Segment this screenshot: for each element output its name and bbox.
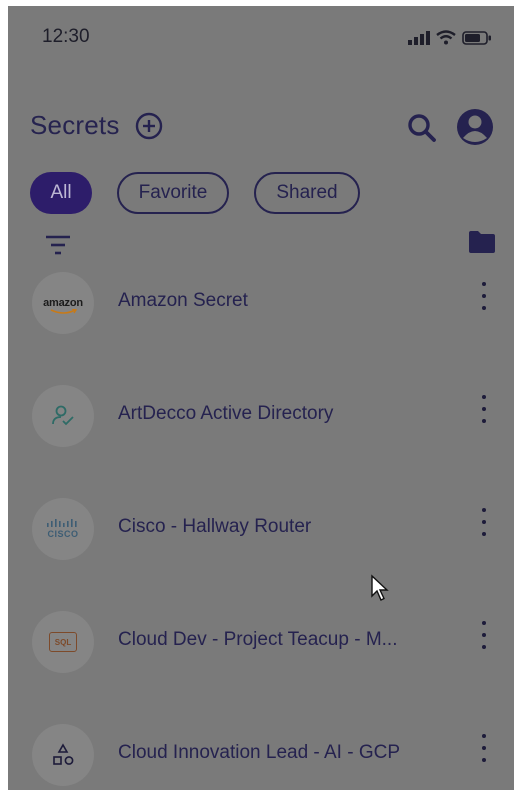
- tab-shared[interactable]: Shared: [254, 172, 360, 214]
- folder-icon[interactable]: [468, 230, 496, 254]
- search-icon[interactable]: [406, 112, 438, 144]
- plus-circle-icon[interactable]: [135, 112, 163, 140]
- status-time: 12:30: [42, 26, 90, 47]
- page-title: Secrets: [30, 110, 120, 140]
- filter-icon[interactable]: [45, 234, 71, 256]
- item-title: ArtDecco Active Directory: [118, 403, 334, 424]
- signal-icon: [408, 30, 430, 45]
- cisco-bars-icon: [47, 519, 77, 527]
- mouse-cursor-icon: [371, 574, 389, 601]
- wifi-icon: [436, 30, 456, 45]
- sql-icon: SQL: [32, 611, 94, 673]
- sql-logo-text: SQL: [49, 632, 77, 652]
- shapes-icon: [32, 724, 94, 786]
- tab-favorite-label: Favorite: [138, 182, 208, 203]
- item-title: Cloud Dev - Project Teacup - M...: [118, 629, 398, 650]
- amazon-logo-text: amazon: [43, 297, 83, 309]
- item-title: Amazon Secret: [118, 290, 248, 311]
- tab-all[interactable]: All: [30, 172, 92, 214]
- status-bar: 12:30: [8, 6, 514, 66]
- amazon-logo: amazon: [32, 272, 94, 334]
- list-item[interactable]: SQL Cloud Dev - Project Teacup - M...: [8, 607, 514, 687]
- cisco-logo-text: CISCO: [47, 529, 79, 539]
- list-item[interactable]: ArtDecco Active Directory: [8, 381, 514, 461]
- more-vert-icon[interactable]: [476, 621, 492, 649]
- app-screen: 12:30 Secrets All Favorite Shared amazon…: [8, 6, 514, 790]
- list-item[interactable]: CISCO Cisco - Hallway Router: [8, 494, 514, 574]
- tab-shared-label: Shared: [276, 182, 338, 203]
- cisco-logo: CISCO: [32, 498, 94, 560]
- list-item[interactable]: amazon Amazon Secret: [8, 268, 514, 348]
- tab-favorite[interactable]: Favorite: [117, 172, 229, 214]
- amazon-smile-icon: [50, 309, 78, 314]
- account-circle-icon[interactable]: [456, 108, 494, 146]
- item-title: Cisco - Hallway Router: [118, 516, 312, 537]
- filter-tabs: All Favorite Shared: [30, 172, 360, 214]
- more-vert-icon[interactable]: [476, 282, 492, 310]
- more-vert-icon[interactable]: [476, 734, 492, 762]
- user-check-icon: [32, 385, 94, 447]
- item-title: Cloud Innovation Lead - AI - GCP: [118, 742, 400, 763]
- battery-icon: [462, 30, 491, 45]
- tab-all-label: All: [50, 182, 72, 203]
- list-item[interactable]: Cloud Innovation Lead - AI - GCP: [8, 720, 514, 790]
- more-vert-icon[interactable]: [476, 395, 492, 423]
- status-icons: [408, 30, 492, 45]
- header: Secrets: [8, 106, 514, 156]
- more-vert-icon[interactable]: [476, 508, 492, 536]
